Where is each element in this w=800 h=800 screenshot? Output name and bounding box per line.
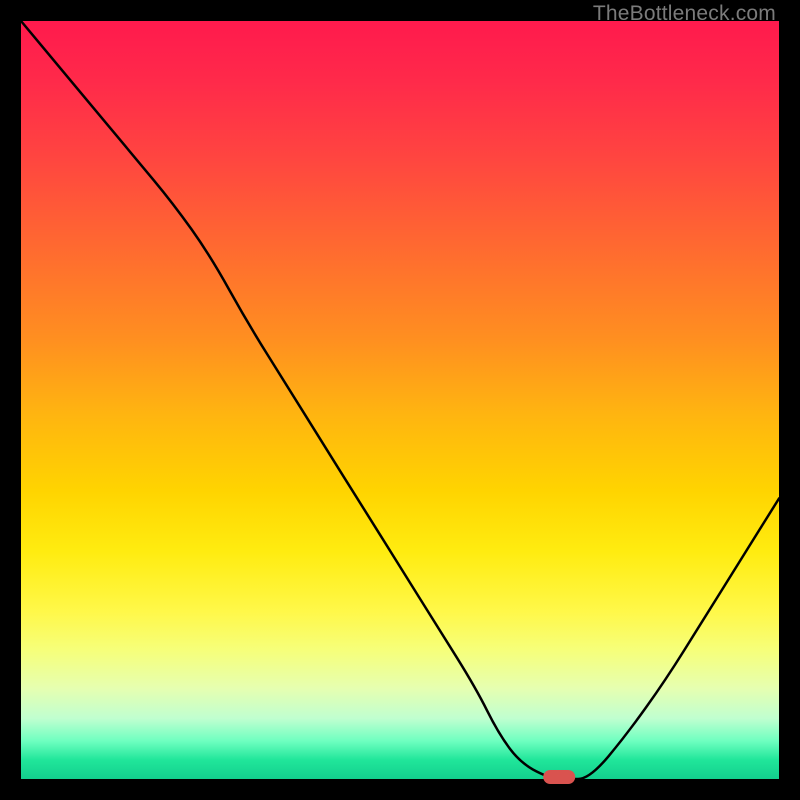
chart-frame: TheBottleneck.com — [0, 0, 800, 800]
bottleneck-curve — [21, 21, 779, 779]
watermark-text: TheBottleneck.com — [593, 2, 776, 26]
optimal-marker — [543, 770, 575, 784]
chart-overlay — [21, 21, 779, 779]
